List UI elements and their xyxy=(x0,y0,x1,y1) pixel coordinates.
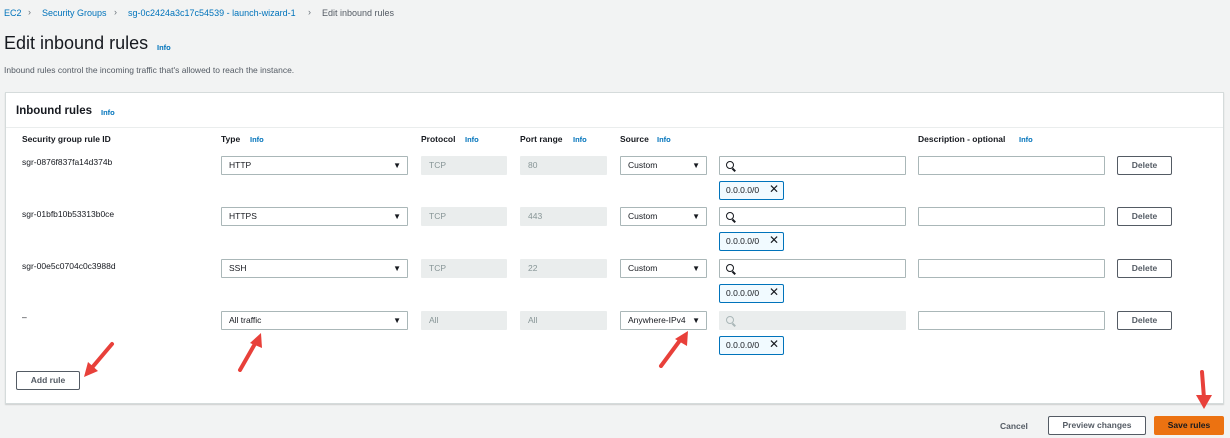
source-select-value: Anywhere-IPv4 xyxy=(628,315,686,325)
search-icon xyxy=(726,316,734,324)
type-select-value: HTTPS xyxy=(229,211,257,221)
preview-changes-button[interactable]: Preview changes xyxy=(1048,416,1146,435)
protocol-field: All xyxy=(421,311,507,330)
annotation-arrow-icon xyxy=(238,333,262,372)
inbound-rules-panel: Inbound rules Info xyxy=(5,92,1224,404)
search-icon xyxy=(726,264,734,272)
chevron-right-icon: › xyxy=(28,7,31,17)
add-rule-button[interactable]: Add rule xyxy=(16,371,80,390)
protocol-field: TCP xyxy=(421,259,507,278)
page-description: Inbound rules control the incoming traff… xyxy=(4,65,295,75)
close-icon[interactable]: ✕ xyxy=(769,336,779,353)
cidr-token-label: 0.0.0.0/0 xyxy=(726,288,760,298)
column-header-description: Description - optional xyxy=(918,134,1006,144)
source-search-input[interactable] xyxy=(719,259,906,278)
breadcrumb-current: Edit inbound rules xyxy=(322,8,395,18)
breadcrumb-security-groups[interactable]: Security Groups xyxy=(42,8,107,18)
cidr-token: 0.0.0.0/0 ✕ xyxy=(719,336,784,355)
page-info-link[interactable]: Info xyxy=(157,43,171,52)
delete-button[interactable]: Delete xyxy=(1117,207,1172,226)
port-range-info-link[interactable]: Info xyxy=(573,135,587,144)
caret-down-icon: ▼ xyxy=(692,161,700,170)
delete-button[interactable]: Delete xyxy=(1117,156,1172,175)
cidr-token: 0.0.0.0/0 ✕ xyxy=(719,232,784,251)
panel-info-link[interactable]: Info xyxy=(101,108,115,117)
protocol-field: TCP xyxy=(421,156,507,175)
protocol-info-link[interactable]: Info xyxy=(465,135,479,144)
annotation-arrow-icon xyxy=(1196,370,1212,409)
source-select[interactable]: Custom ▼ xyxy=(620,156,707,175)
port-range-field: 443 xyxy=(520,207,607,226)
chevron-right-icon: › xyxy=(114,7,117,17)
caret-down-icon: ▼ xyxy=(692,316,700,325)
source-select-value: Custom xyxy=(628,211,658,221)
column-header-rule-id: Security group rule ID xyxy=(22,134,111,144)
search-icon xyxy=(726,212,734,220)
cidr-token-label: 0.0.0.0/0 xyxy=(726,340,760,350)
annotation-arrow-icon xyxy=(84,342,114,377)
source-search-input[interactable] xyxy=(719,207,906,226)
caret-down-icon: ▼ xyxy=(393,264,401,273)
type-select-value: SSH xyxy=(229,263,247,273)
description-input[interactable] xyxy=(918,259,1105,278)
cidr-token: 0.0.0.0/0 ✕ xyxy=(719,284,784,303)
column-header-type: Type xyxy=(221,134,241,144)
close-icon[interactable]: ✕ xyxy=(769,181,779,198)
source-search-input xyxy=(719,311,906,330)
rule-id: sgr-00e5c0704c0c3988d xyxy=(22,261,116,271)
column-header-protocol: Protocol xyxy=(421,134,456,144)
type-info-link[interactable]: Info xyxy=(250,135,264,144)
cancel-button[interactable]: Cancel xyxy=(1000,421,1028,431)
type-select-value: All traffic xyxy=(229,315,262,325)
description-info-link[interactable]: Info xyxy=(1019,135,1033,144)
source-select[interactable]: Custom ▼ xyxy=(620,207,707,226)
breadcrumb-ec2[interactable]: EC2 xyxy=(4,8,22,18)
cidr-token-label: 0.0.0.0/0 xyxy=(726,236,760,246)
close-icon[interactable]: ✕ xyxy=(769,284,779,301)
type-select-value: HTTP xyxy=(229,160,252,170)
rule-id: – xyxy=(22,312,27,322)
caret-down-icon: ▼ xyxy=(692,212,700,221)
type-select[interactable]: All traffic ▼ xyxy=(221,311,408,330)
port-range-field: All xyxy=(520,311,607,330)
source-info-link[interactable]: Info xyxy=(657,135,671,144)
caret-down-icon: ▼ xyxy=(692,264,700,273)
protocol-field: TCP xyxy=(421,207,507,226)
type-select[interactable]: SSH ▼ xyxy=(221,259,408,278)
description-input[interactable] xyxy=(918,156,1105,175)
column-header-source: Source xyxy=(620,134,649,144)
port-range-field: 22 xyxy=(520,259,607,278)
port-range-field: 80 xyxy=(520,156,607,175)
source-search-input[interactable] xyxy=(719,156,906,175)
panel-header: Inbound rules Info xyxy=(6,93,1223,128)
column-header-port-range: Port range xyxy=(520,134,563,144)
panel-title: Inbound rules xyxy=(16,105,93,117)
save-rules-button[interactable]: Save rules xyxy=(1154,416,1224,435)
caret-down-icon: ▼ xyxy=(393,212,401,221)
page-title: Edit inbound rules xyxy=(4,33,149,53)
source-select-value: Custom xyxy=(628,160,658,170)
breadcrumb-security-group[interactable]: sg-0c2424a3c17c54539 - launch-wizard-1 xyxy=(128,8,296,18)
description-input[interactable] xyxy=(918,311,1105,330)
description-input[interactable] xyxy=(918,207,1105,226)
cidr-token-label: 0.0.0.0/0 xyxy=(726,185,760,195)
rule-id: sgr-01bfb10b53313b0ce xyxy=(22,209,115,219)
search-icon xyxy=(726,161,734,169)
delete-button[interactable]: Delete xyxy=(1117,259,1172,278)
type-select[interactable]: HTTP ▼ xyxy=(221,156,408,175)
cidr-token: 0.0.0.0/0 ✕ xyxy=(719,181,784,200)
close-icon[interactable]: ✕ xyxy=(769,232,779,249)
delete-button[interactable]: Delete xyxy=(1117,311,1172,330)
caret-down-icon: ▼ xyxy=(393,316,401,325)
rule-id: sgr-0876f837fa14d374b xyxy=(22,157,113,167)
source-select-value: Custom xyxy=(628,263,658,273)
caret-down-icon: ▼ xyxy=(393,161,401,170)
annotation-arrow-icon xyxy=(659,331,688,368)
chevron-right-icon: › xyxy=(308,7,311,17)
type-select[interactable]: HTTPS ▼ xyxy=(221,207,408,226)
source-select[interactable]: Custom ▼ xyxy=(620,259,707,278)
